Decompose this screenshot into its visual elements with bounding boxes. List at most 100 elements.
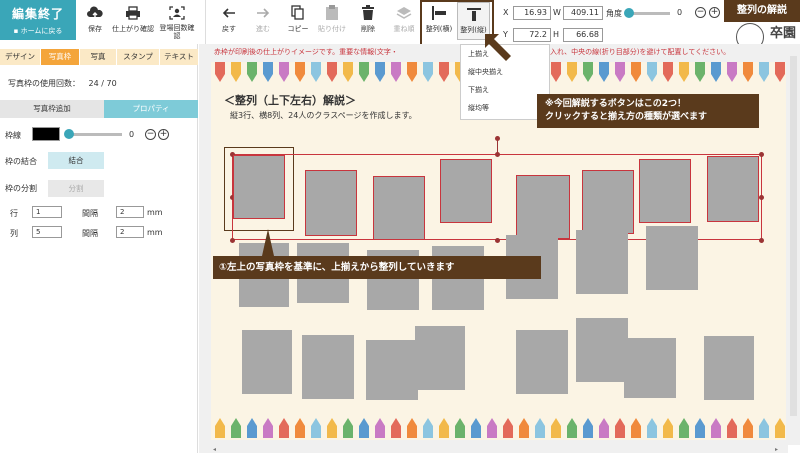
pointer-arrow-icon (483, 32, 515, 64)
photo-frame[interactable] (233, 155, 285, 219)
photo-frame[interactable] (242, 330, 292, 394)
print-check-button[interactable]: 仕上がり確認 (112, 2, 154, 40)
print-check-label: 仕上がり確認 (112, 25, 154, 33)
photo-frame[interactable] (415, 326, 465, 390)
layers-icon (388, 2, 420, 24)
photo-frame[interactable] (366, 340, 418, 400)
split-label: 枠の分割 (5, 184, 37, 193)
row-input[interactable]: 1 (32, 206, 62, 218)
tab-design[interactable]: デザイン (0, 49, 40, 65)
delete-button[interactable]: 削除 (354, 2, 382, 40)
resize-handle-bc[interactable] (495, 238, 500, 243)
resize-handle-tc[interactable] (495, 152, 500, 157)
align-vdistribute-option[interactable]: 縦均等 (461, 99, 549, 117)
tab-stamp[interactable]: スタンプ (117, 49, 159, 65)
resize-handle-tr[interactable] (759, 152, 764, 157)
edit-end-button[interactable]: 編集終了 ▪ ホームに戻る (0, 0, 76, 40)
border-plus-button[interactable]: + (158, 129, 169, 140)
appearance-check-label: 登場回数確認 (159, 24, 195, 40)
merge-button[interactable]: 結合 (48, 152, 104, 169)
usage-label: 写真枠の使用回数： 24 / 70 (8, 79, 117, 88)
border-slider-track[interactable] (66, 133, 122, 136)
photo-frame[interactable] (639, 159, 691, 223)
border-slider-handle[interactable] (64, 129, 74, 139)
x-label: X (503, 8, 509, 17)
photo-frame[interactable] (624, 338, 676, 398)
photo-frame[interactable] (305, 170, 357, 236)
edit-end-label: 編集終了 (11, 7, 64, 21)
row-gap-label: 間隔 (82, 209, 98, 218)
border-label: 枠線 (5, 131, 21, 140)
col-gap-input[interactable]: 2 (116, 226, 144, 238)
trash-icon (354, 2, 382, 24)
resize-handle-bl[interactable] (230, 238, 235, 243)
scroll-right-icon[interactable]: ▸ (775, 446, 780, 453)
row-gap-input[interactable]: 2 (116, 206, 144, 218)
row-label: 行 (10, 209, 18, 218)
undo-button[interactable]: 戻す (215, 2, 243, 40)
redo-label: 進む (256, 25, 270, 33)
merge-label: 枠の結合 (5, 157, 37, 166)
page-title: ＜整列（上下左右）解説＞ (224, 94, 356, 107)
delete-label: 削除 (361, 25, 375, 33)
face-check-icon (157, 2, 197, 24)
resize-handle-mr[interactable] (759, 195, 764, 200)
printer-icon (112, 2, 154, 24)
angle-slider-handle[interactable] (624, 8, 634, 18)
redo-button[interactable]: 進む (249, 2, 277, 40)
scroll-left-icon[interactable]: ◂ (213, 446, 218, 453)
photo-frame[interactable] (704, 336, 754, 400)
align-horizontal-label: 整列(横) (425, 25, 453, 33)
split-button[interactable]: 分割 (48, 180, 104, 197)
tab-photo-frame[interactable]: 写真枠 (41, 49, 79, 65)
undo-label: 戻す (222, 25, 236, 33)
pencil-border-bottom (211, 418, 786, 438)
angle-slider-track[interactable] (628, 12, 670, 15)
copy-button[interactable]: コピー (284, 2, 312, 40)
align-bottom-option[interactable]: 下揃え (461, 81, 549, 99)
toolbar-divider (205, 0, 206, 44)
photo-frame[interactable] (582, 170, 634, 234)
appearance-check-button[interactable]: 登場回数確認 (157, 2, 197, 40)
photo-frame[interactable] (576, 318, 628, 382)
stack-order-button[interactable]: 重ね順 (388, 2, 420, 40)
tab-add-frame[interactable]: 写真枠追加 (0, 100, 104, 118)
vertical-scroll-thumb[interactable] (790, 56, 797, 416)
align-vcenter-option[interactable]: 縦中央揃え (461, 63, 549, 81)
resize-handle-br[interactable] (759, 238, 764, 243)
tab-photo[interactable]: 写真 (80, 49, 116, 65)
y-input[interactable]: 72.2 (513, 28, 551, 42)
w-input[interactable]: 409.11 (563, 6, 603, 20)
align-left-icon (423, 2, 455, 24)
paste-label: 貼り付け (318, 25, 346, 33)
warning-text: 赤枠が印刷後の仕上がりイメージです。重要な情報(文字・ (214, 48, 398, 56)
col-gap-label: 間隔 (82, 229, 98, 238)
clipboard-icon (316, 2, 348, 24)
photo-frame[interactable] (646, 226, 698, 290)
photo-frame[interactable] (707, 156, 759, 222)
photo-frame[interactable] (302, 335, 354, 399)
photo-frame[interactable] (440, 159, 492, 223)
callout-top-line2: クリックすると揃え方の種類が選べます (545, 112, 708, 122)
rotate-handle[interactable] (495, 136, 500, 141)
photo-frame[interactable] (516, 175, 570, 239)
x-input[interactable]: 16.93 (513, 6, 551, 20)
align-horizontal-button[interactable]: 整列(横) (423, 2, 455, 40)
h-input[interactable]: 66.68 (563, 28, 603, 42)
warning-text-tail: 入れ、中央の線(折り目部分)を避けて配置してください。 (550, 48, 731, 56)
horizontal-scrollbar[interactable] (199, 445, 788, 453)
save-button[interactable]: 保存 (80, 2, 110, 40)
border-minus-button[interactable]: − (145, 129, 156, 140)
paste-button[interactable]: 貼り付け (316, 2, 348, 40)
col-input[interactable]: 5 (32, 226, 62, 238)
tab-properties[interactable]: プロパティ (104, 100, 198, 118)
angle-plus-button[interactable]: + (709, 7, 720, 18)
border-color-swatch[interactable] (32, 127, 60, 141)
angle-minus-button[interactable]: − (695, 7, 706, 18)
cloud-upload-icon (80, 2, 110, 24)
copy-label: コピー (287, 25, 309, 33)
photo-frame[interactable] (373, 176, 425, 240)
photo-frame[interactable] (576, 230, 628, 294)
tab-text[interactable]: テキスト (160, 49, 198, 65)
photo-frame[interactable] (516, 330, 568, 394)
